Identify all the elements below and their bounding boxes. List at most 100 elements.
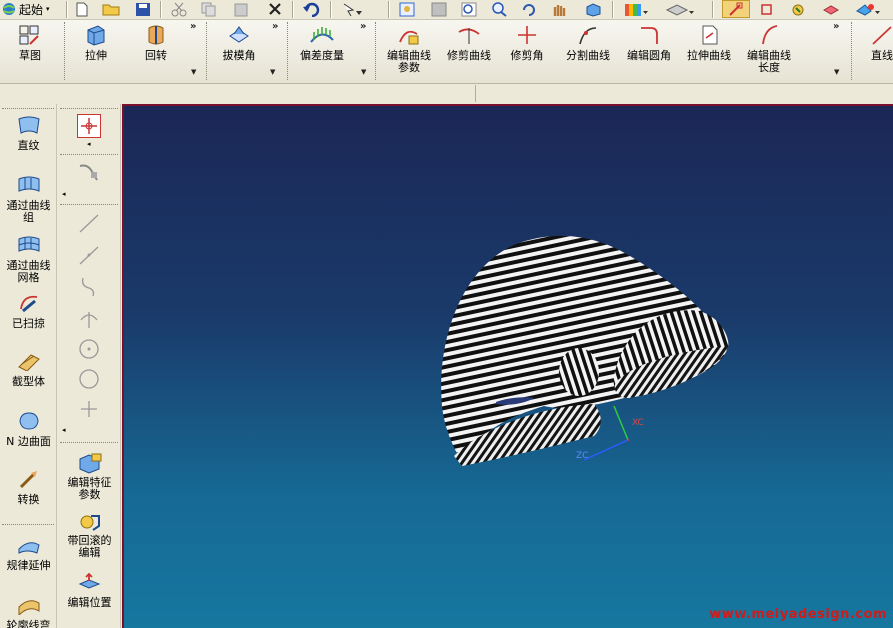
toolbar-separator bbox=[2, 524, 54, 525]
swept-button[interactable]: 已扫掠 bbox=[0, 292, 57, 330]
cue-line-prompt bbox=[0, 85, 476, 102]
view-orientation-button[interactable] bbox=[660, 0, 700, 18]
spline-icon bbox=[81, 277, 95, 297]
selection-filter-button[interactable] bbox=[336, 0, 370, 18]
toolbar-separator bbox=[388, 1, 390, 18]
toolbar-overflow-icon[interactable]: » bbox=[833, 21, 840, 32]
revolve-label: 回转 bbox=[145, 49, 167, 62]
copy-button[interactable] bbox=[198, 0, 220, 18]
pan-hand-icon bbox=[553, 4, 566, 16]
edit-curve-params-button[interactable]: 编辑曲线 参数 bbox=[382, 23, 436, 74]
through-curve-mesh-button[interactable]: 通过曲线 网格 bbox=[0, 234, 57, 284]
edit-curve-params-icon bbox=[399, 30, 419, 45]
section-body-button[interactable]: 截型体 bbox=[0, 350, 57, 388]
wcs-button[interactable] bbox=[756, 0, 778, 18]
edit-feature-params-button[interactable]: 编辑特征 参数 bbox=[58, 452, 121, 501]
spline-tool-button[interactable] bbox=[74, 274, 104, 300]
pan-button[interactable] bbox=[548, 0, 572, 18]
chain-curves-icon bbox=[79, 164, 98, 181]
analysis-icon bbox=[792, 4, 804, 15]
toolbar-overflow-icon[interactable]: » bbox=[360, 21, 367, 32]
save-button[interactable] bbox=[132, 0, 154, 18]
divide-curve-button[interactable]: 分割曲线 bbox=[560, 23, 616, 62]
analysis-button[interactable] bbox=[786, 0, 812, 18]
chain-curves-button[interactable] bbox=[74, 160, 104, 186]
zoom-button[interactable] bbox=[458, 0, 480, 18]
line-point-tool-button[interactable] bbox=[74, 242, 104, 268]
n-sided-surface-icon bbox=[18, 412, 39, 430]
law-extension-icon bbox=[18, 542, 40, 554]
ruled-surface-icon bbox=[17, 116, 40, 134]
circle-center-tool-button[interactable] bbox=[74, 336, 104, 362]
law-extension-label: 规律延伸 bbox=[6, 559, 51, 572]
through-curves-button[interactable]: 通过曲线 组 bbox=[0, 174, 57, 224]
chevron-down-icon[interactable]: ◂ bbox=[87, 140, 91, 148]
extrude-button[interactable]: 拉伸 bbox=[76, 23, 116, 62]
chevron-down-icon[interactable]: ▼ bbox=[361, 68, 366, 76]
transform-button[interactable]: 转换 bbox=[0, 468, 57, 506]
chevron-down-icon: ▾ bbox=[46, 4, 50, 13]
circle-icon bbox=[79, 369, 99, 389]
new-file-button[interactable] bbox=[72, 0, 92, 18]
shaded-view-button[interactable] bbox=[580, 0, 606, 18]
group-separator bbox=[851, 22, 854, 80]
delete-button[interactable] bbox=[264, 0, 286, 18]
arc-tool-button[interactable] bbox=[74, 306, 104, 332]
law-extension-button[interactable]: 规律延伸 bbox=[0, 534, 57, 572]
ruled-surface-button[interactable]: 直纹 bbox=[0, 114, 57, 152]
deviation-measure-button[interactable]: 偏差度量 bbox=[294, 23, 350, 62]
start-menu-button[interactable]: 起始 ▾ bbox=[0, 0, 64, 18]
trim-corner-button[interactable]: 修剪角 bbox=[504, 23, 550, 62]
toolbar-overflow-icon[interactable]: » bbox=[272, 21, 279, 32]
chevron-down-icon[interactable]: ▼ bbox=[270, 68, 275, 76]
toolbar-overflow-icon[interactable]: » bbox=[190, 21, 197, 32]
fit-view-button[interactable] bbox=[396, 0, 418, 18]
edit-position-button[interactable]: 编辑位置 bbox=[58, 572, 121, 609]
edit-feature-params-label: 编辑特征 参数 bbox=[67, 476, 112, 501]
snap-point-button[interactable] bbox=[722, 0, 750, 18]
zoom-area-button[interactable] bbox=[428, 0, 450, 18]
stretch-curve-button[interactable]: 拉伸曲线 bbox=[682, 23, 736, 62]
chevron-left-icon[interactable]: ◂ bbox=[62, 190, 66, 198]
zoom-in-out-button[interactable] bbox=[488, 0, 510, 18]
toolbar-separator bbox=[712, 1, 714, 18]
line-label: 直线 bbox=[871, 49, 893, 62]
through-curve-mesh-icon bbox=[18, 236, 39, 252]
transform-label: 转换 bbox=[17, 493, 40, 506]
revolve-button[interactable]: 回转 bbox=[136, 23, 176, 62]
display-options-button[interactable] bbox=[850, 0, 886, 18]
edit-fillet-button[interactable]: 编辑圆角 bbox=[622, 23, 676, 62]
undo-button[interactable] bbox=[298, 0, 324, 18]
chevron-down-icon[interactable]: ▼ bbox=[834, 68, 839, 76]
rotate-button[interactable] bbox=[518, 0, 540, 18]
point-constructor-button[interactable] bbox=[77, 114, 101, 138]
edit-with-rollback-button[interactable]: 带回滚的 编辑 bbox=[58, 510, 121, 559]
open-file-button[interactable] bbox=[100, 0, 122, 18]
layer-button[interactable] bbox=[818, 0, 844, 18]
chevron-left-icon[interactable]: ◂ bbox=[62, 426, 66, 434]
edit-curve-length-button[interactable]: 编辑曲线 长度 bbox=[742, 23, 796, 74]
surface-toolbar: 直纹 通过曲线 组 通过曲线 网格 已扫掠 截型体 N 边曲面 转换 规律延伸 … bbox=[0, 104, 57, 628]
circle-tool-button[interactable] bbox=[74, 366, 104, 392]
cut-button[interactable] bbox=[168, 0, 190, 18]
toolbar-separator bbox=[612, 1, 614, 18]
line-button[interactable]: 直线 bbox=[862, 23, 893, 62]
trim-curve-button[interactable]: 修剪曲线 bbox=[442, 23, 496, 62]
point-tool-button[interactable] bbox=[74, 396, 104, 422]
graphics-window[interactable]: XC ZC www.meiyadesign.com bbox=[122, 104, 893, 628]
draft-button[interactable]: 拔模角 bbox=[216, 23, 262, 62]
deviation-icon bbox=[310, 27, 334, 43]
draft-icon bbox=[229, 26, 249, 43]
group-separator bbox=[206, 22, 209, 80]
toolbar-separator bbox=[66, 1, 68, 18]
render-style-button[interactable] bbox=[618, 0, 654, 18]
chevron-down-icon[interactable]: ▼ bbox=[191, 68, 196, 76]
circle-center-icon bbox=[79, 339, 99, 359]
n-sided-surface-button[interactable]: N 边曲面 bbox=[0, 410, 57, 448]
extrude-label: 拉伸 bbox=[85, 49, 107, 62]
sketch-button[interactable]: 草图 bbox=[12, 23, 48, 62]
line-tool-button[interactable] bbox=[74, 210, 104, 236]
undo-icon bbox=[303, 2, 320, 17]
paste-button[interactable] bbox=[230, 0, 252, 18]
profile-bend-button[interactable]: 轮廓线弯 bbox=[0, 594, 57, 628]
